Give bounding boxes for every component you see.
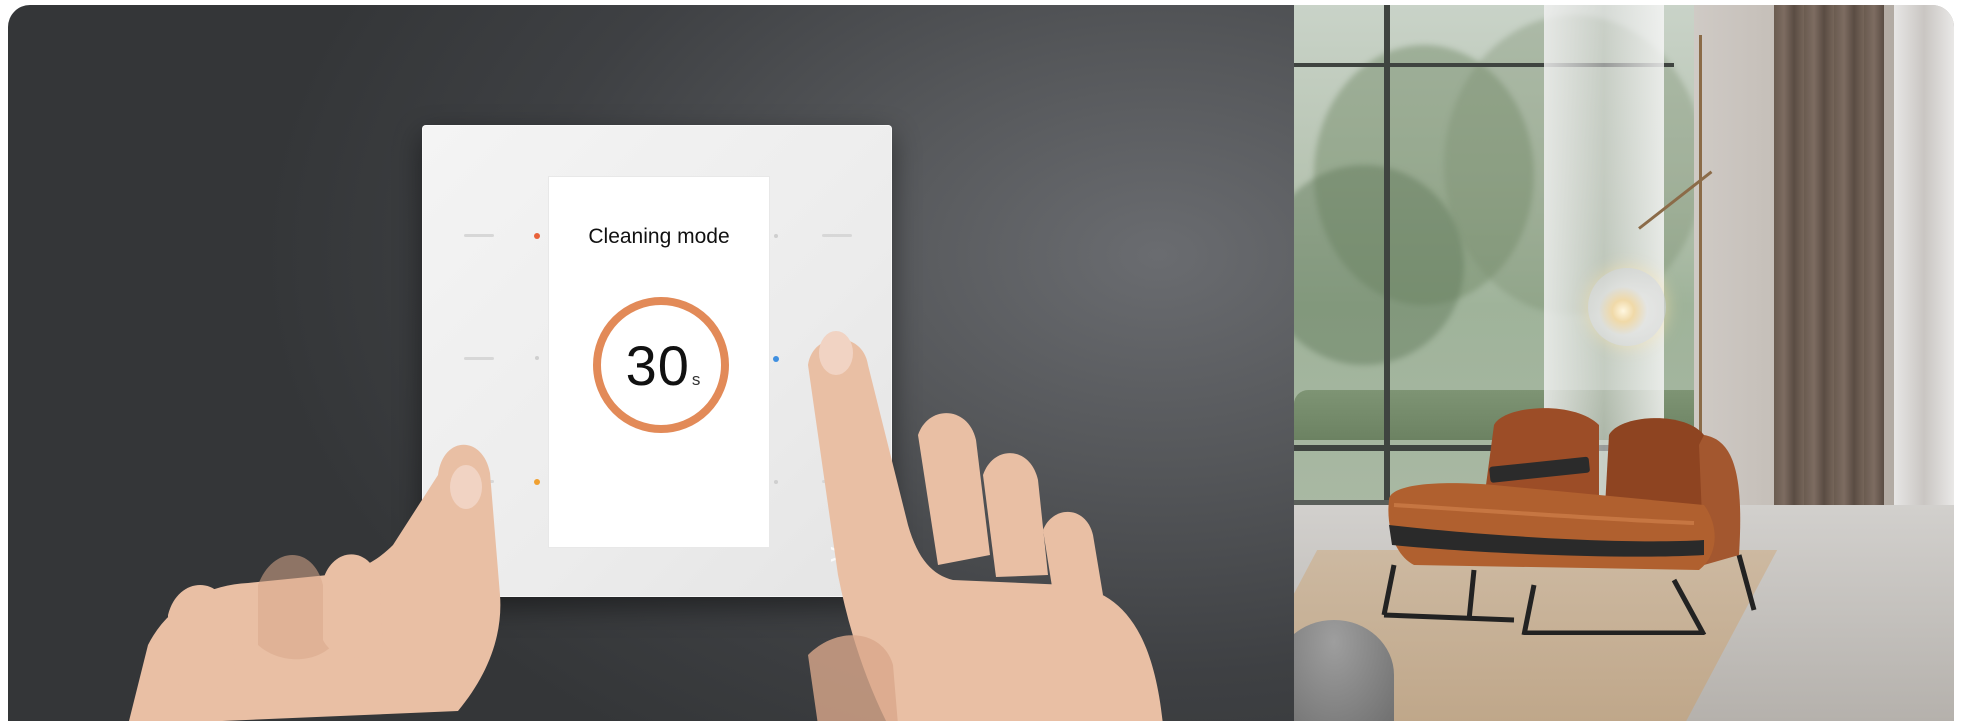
touch-key-top-left[interactable] [464,234,494,237]
product-banner: Cleaning mode 30 s > [8,5,1954,721]
leather-sofa-image [1381,408,1757,635]
mode-title: Cleaning mode [588,225,730,248]
lamp-shade [1588,268,1666,346]
touch-key-top-right[interactable] [822,234,852,237]
left-hand-image [129,444,501,721]
dark-wall-background: Cleaning mode 30 s > [8,5,1294,721]
countdown-value: 30 [625,333,690,397]
indicator-led-middle-left [535,356,539,360]
indicator-led-top-right [774,234,778,238]
right-hand-image [808,331,1163,721]
countdown-unit: s [691,370,701,389]
living-room-photo [1294,5,1954,721]
touch-key-middle-left[interactable] [464,357,494,360]
indicator-led-top-left [534,233,540,239]
